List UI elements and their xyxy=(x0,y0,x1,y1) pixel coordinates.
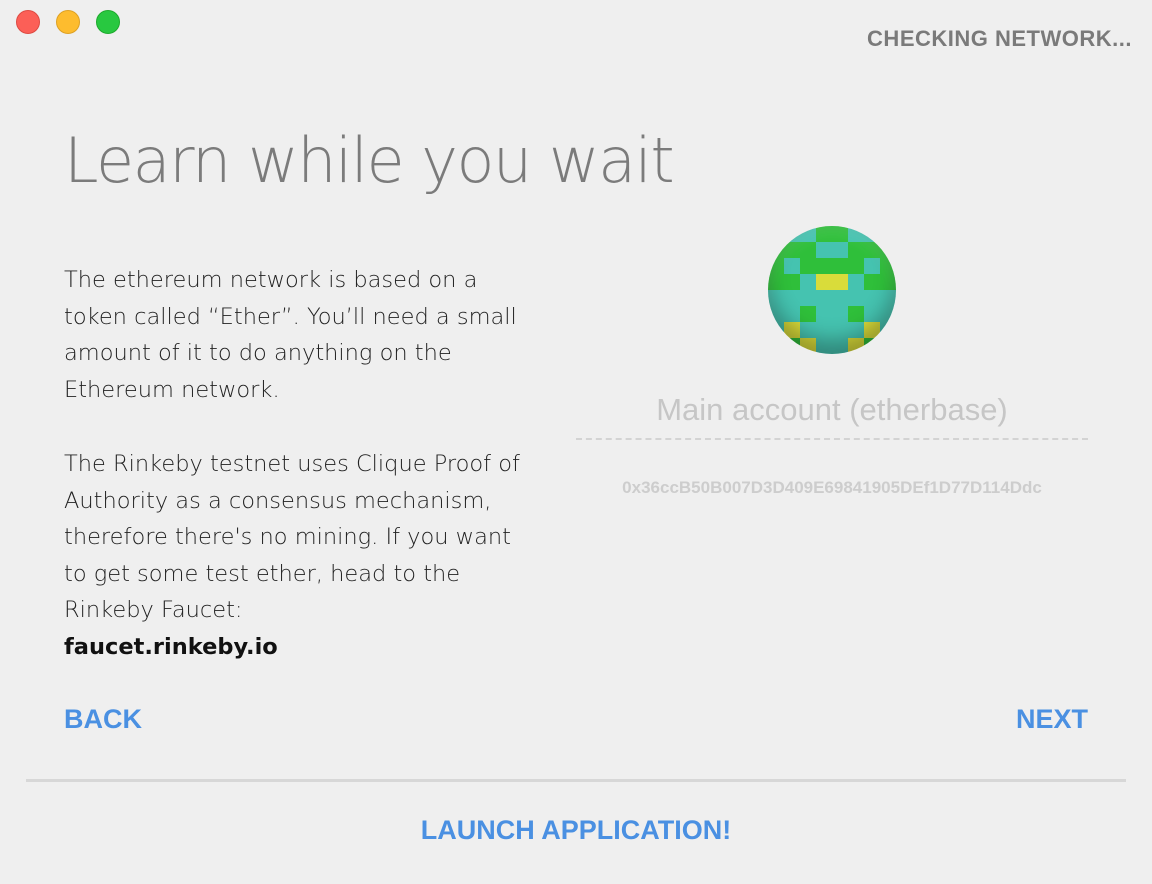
account-panel: Main account (etherbase) 0x36ccB50B007D3… xyxy=(576,226,1088,498)
onboarding-window: CHECKING NETWORK... Learn while you wait… xyxy=(0,0,1152,884)
rinkeby-explanation: The Rinkeby testnet uses Clique Proof of… xyxy=(64,446,534,665)
rinkeby-text: The Rinkeby testnet uses Clique Proof of… xyxy=(64,451,520,623)
launch-footer: LAUNCH APPLICATION! xyxy=(0,815,1152,846)
network-status: CHECKING NETWORK... xyxy=(867,26,1132,51)
launch-application-button[interactable]: LAUNCH APPLICATION! xyxy=(421,815,731,845)
maximize-window-button[interactable] xyxy=(96,10,120,34)
window-controls xyxy=(16,10,120,34)
minimize-window-button[interactable] xyxy=(56,10,80,34)
page-title: Learn while you wait xyxy=(64,124,675,197)
account-address: 0x36ccB50B007D3D409E69841905DEf1D77D114D… xyxy=(622,478,1042,497)
footer-divider xyxy=(26,779,1126,782)
info-text: The ethereum network is based on a token… xyxy=(64,262,534,703)
ether-explanation: The ethereum network is based on a token… xyxy=(64,267,517,403)
account-identicon xyxy=(768,226,896,354)
faucet-link[interactable]: faucet.rinkeby.io xyxy=(64,629,534,666)
close-window-button[interactable] xyxy=(16,10,40,34)
account-name-field[interactable]: Main account (etherbase) xyxy=(576,392,1088,440)
back-button[interactable]: BACK xyxy=(64,704,142,735)
next-button[interactable]: NEXT xyxy=(1016,704,1088,735)
